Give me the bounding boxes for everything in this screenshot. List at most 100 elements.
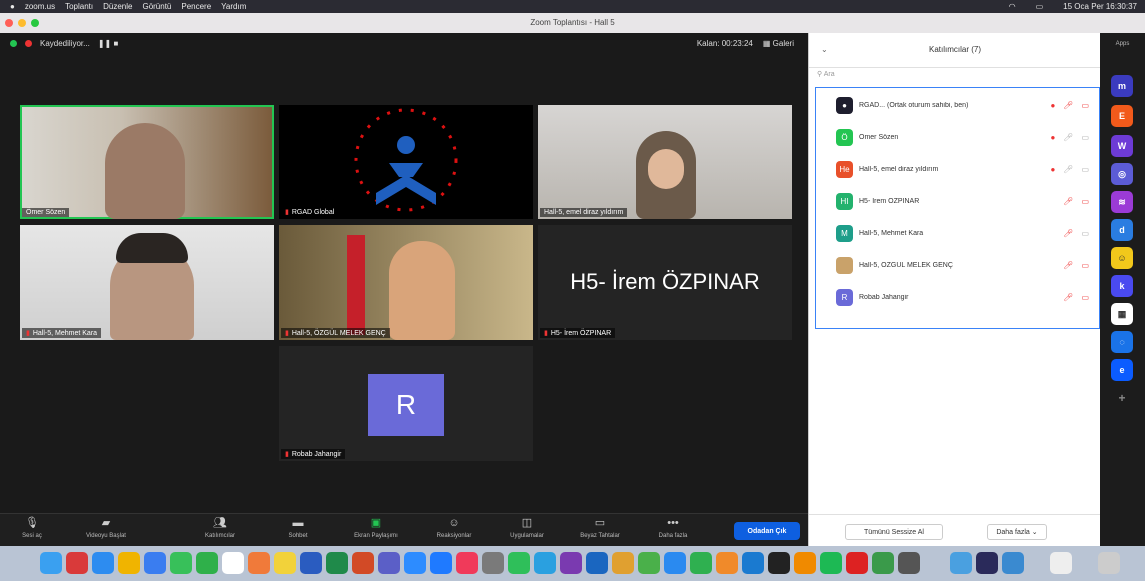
system-icon[interactable]	[898, 552, 920, 574]
xcode-icon[interactable]	[742, 552, 764, 574]
app-icon-blue[interactable]: ◌	[1111, 331, 1133, 353]
settings-icon[interactable]	[482, 552, 504, 574]
list-item[interactable]: R Robab Jahangir 🎤︎ ▭	[816, 282, 1099, 312]
menu-item-app[interactable]: zoom.us	[25, 2, 55, 11]
photos-icon[interactable]	[248, 552, 270, 574]
excel-icon[interactable]	[326, 552, 348, 574]
apple-icon[interactable]: ●	[10, 2, 15, 11]
powerpoint-icon[interactable]	[352, 552, 374, 574]
participant-search[interactable]: ⚲ Ara	[817, 68, 1093, 82]
numbers-icon[interactable]	[690, 552, 712, 574]
mic-muted-icon[interactable]: 🎤︎	[1063, 261, 1073, 270]
collapse-panel-icon[interactable]: ⌄	[821, 33, 828, 67]
keynote-icon[interactable]	[664, 552, 686, 574]
terminal-icon[interactable]	[768, 552, 790, 574]
chrome-icon[interactable]	[118, 552, 140, 574]
app-icon-purple[interactable]: ≋	[1111, 191, 1133, 213]
downloads-icon[interactable]	[950, 552, 972, 574]
calendar-icon[interactable]	[222, 552, 244, 574]
video-off-icon[interactable]: ▭	[1081, 293, 1089, 302]
chat-button[interactable]: ▬ Sohbet	[268, 517, 328, 539]
list-item[interactable]: ● RGAD... (Ortak oturum sahibi, ben) ● 🎤︎…	[816, 90, 1099, 120]
video-off-icon[interactable]: ▭	[1081, 229, 1089, 238]
mail-icon[interactable]	[144, 552, 166, 574]
messages-icon[interactable]	[170, 552, 192, 574]
video-tile-rgad[interactable]: ▮ RGAD Global	[279, 105, 533, 219]
maps-icon[interactable]	[638, 552, 660, 574]
list-item[interactable]: HI H5- İrem ÖZPINAR 🎤︎ ▭	[816, 186, 1099, 216]
app-icon-orange[interactable]: E	[1111, 105, 1133, 127]
video-tile-emel[interactable]: Hall-5, emel diraz yıldırım	[538, 105, 792, 219]
app-icon-yellow[interactable]: ☺	[1111, 247, 1133, 269]
panel-more-button[interactable]: Daha fazla ⌄	[987, 524, 1047, 540]
spotify-icon[interactable]	[820, 552, 842, 574]
safari-icon[interactable]	[92, 552, 114, 574]
screenshot-icon[interactable]	[1050, 552, 1072, 574]
notes-icon[interactable]	[274, 552, 296, 574]
trash-icon[interactable]	[1098, 552, 1120, 574]
mute-button[interactable]: 🎙︎ Sesi aç	[2, 517, 62, 539]
mic-muted-icon[interactable]: 🎤︎	[1063, 197, 1073, 206]
reactions-button[interactable]: ☺ Reaksiyonlar	[424, 517, 484, 539]
video-tile-irem[interactable]: H5- İrem ÖZPINAR ▮ H5- İrem ÖZPINAR	[538, 225, 792, 340]
finder-icon[interactable]	[40, 552, 62, 574]
view-toggle[interactable]: ▦ Galeri	[763, 39, 794, 48]
mic-muted-icon[interactable]: 🎤︎	[1063, 229, 1073, 238]
word-icon[interactable]	[300, 552, 322, 574]
mute-all-button[interactable]: Tümünü Sessize Al	[845, 524, 943, 540]
whiteboard-button[interactable]: ▭ Beyaz Tahtalar	[570, 517, 630, 539]
menu-item-window[interactable]: Pencere	[181, 2, 211, 11]
pages-icon[interactable]	[716, 552, 738, 574]
add-app-icon[interactable]: +	[1111, 387, 1133, 409]
video-tile-robab[interactable]: R ▮ Robab Jahangir	[279, 346, 533, 461]
participants-button[interactable]: 👥︎ Katılımcılar	[190, 517, 250, 539]
onenote-icon[interactable]	[560, 552, 582, 574]
menu-item-meeting[interactable]: Toplantı	[65, 2, 93, 11]
app-icon-zoom[interactable]: e	[1111, 359, 1133, 381]
menu-item-edit[interactable]: Düzenle	[103, 2, 132, 11]
mic-icon[interactable]: 🎤︎	[1063, 165, 1073, 174]
mic-icon[interactable]: 🎤︎	[1063, 133, 1073, 142]
recording-pause-icon[interactable]: ❚❚ ■	[98, 39, 118, 48]
recording-status[interactable]: Kaydediliyor...	[40, 39, 90, 48]
more-button[interactable]: ••• Daha fazla	[643, 517, 703, 539]
apps-button[interactable]: ◫ Uygulamalar	[497, 517, 557, 539]
video-tile-mehmet[interactable]: ▮ Hall-5, Mehmet Kara	[20, 225, 274, 340]
teams-icon[interactable]	[378, 552, 400, 574]
start-video-button[interactable]: ▰ Videoyu Başlat	[76, 517, 136, 539]
mic-muted-icon[interactable]: 🎤︎	[1063, 293, 1073, 302]
app-icon-doodle[interactable]: d	[1111, 219, 1133, 241]
leave-button[interactable]: Odadan Çık	[734, 522, 800, 540]
share-screen-button[interactable]: ▣ Ekran Paylaşımı	[346, 517, 406, 539]
video-tile-omer[interactable]: Ömer Sözen	[20, 105, 274, 219]
app-icon-slido[interactable]: ◎	[1111, 163, 1133, 185]
clock[interactable]: 15 Oca Per 16:30:37	[1063, 2, 1137, 11]
video-off-icon[interactable]: ▭	[1081, 165, 1089, 174]
app-store-icon[interactable]	[430, 552, 452, 574]
acrobat-icon[interactable]	[846, 552, 868, 574]
preview-icon[interactable]	[612, 552, 634, 574]
security-shield-icon[interactable]	[10, 40, 17, 47]
launchpad-icon[interactable]	[66, 552, 88, 574]
list-item[interactable]: He Hall-5, emel diraz yıldırım ● 🎤︎ ▭	[816, 154, 1099, 184]
facetime-icon[interactable]	[196, 552, 218, 574]
app-icon-kahoot[interactable]: k	[1111, 275, 1133, 297]
documents-icon[interactable]	[976, 552, 998, 574]
folder-icon[interactable]	[1002, 552, 1024, 574]
video-off-icon[interactable]: ▭	[1081, 197, 1089, 206]
list-item[interactable]: Hall-5, ÖZGÜL MELEK GENÇ 🎤︎ ▭	[816, 250, 1099, 280]
video-tile-ozgul[interactable]: ▮ Hall-5, ÖZGÜL MELEK GENÇ	[279, 225, 533, 340]
music-icon[interactable]	[456, 552, 478, 574]
vlc-icon[interactable]	[794, 552, 816, 574]
search-input[interactable]: Ara	[824, 71, 835, 78]
video-off-icon[interactable]: ▭	[1081, 101, 1089, 110]
outlook-icon[interactable]	[586, 552, 608, 574]
app-icon-miro[interactable]: m	[1111, 75, 1133, 97]
telegram-icon[interactable]	[534, 552, 556, 574]
app-icon-grid[interactable]: ▦	[1111, 303, 1133, 325]
whatsapp-icon[interactable]	[508, 552, 530, 574]
menu-item-help[interactable]: Yardım	[221, 2, 246, 11]
list-item[interactable]: M Hall-5, Mehmet Kara 🎤︎ ▭	[816, 218, 1099, 248]
video-off-icon[interactable]: ▭	[1081, 261, 1089, 270]
battery-icon[interactable]: ▭	[1036, 2, 1044, 11]
